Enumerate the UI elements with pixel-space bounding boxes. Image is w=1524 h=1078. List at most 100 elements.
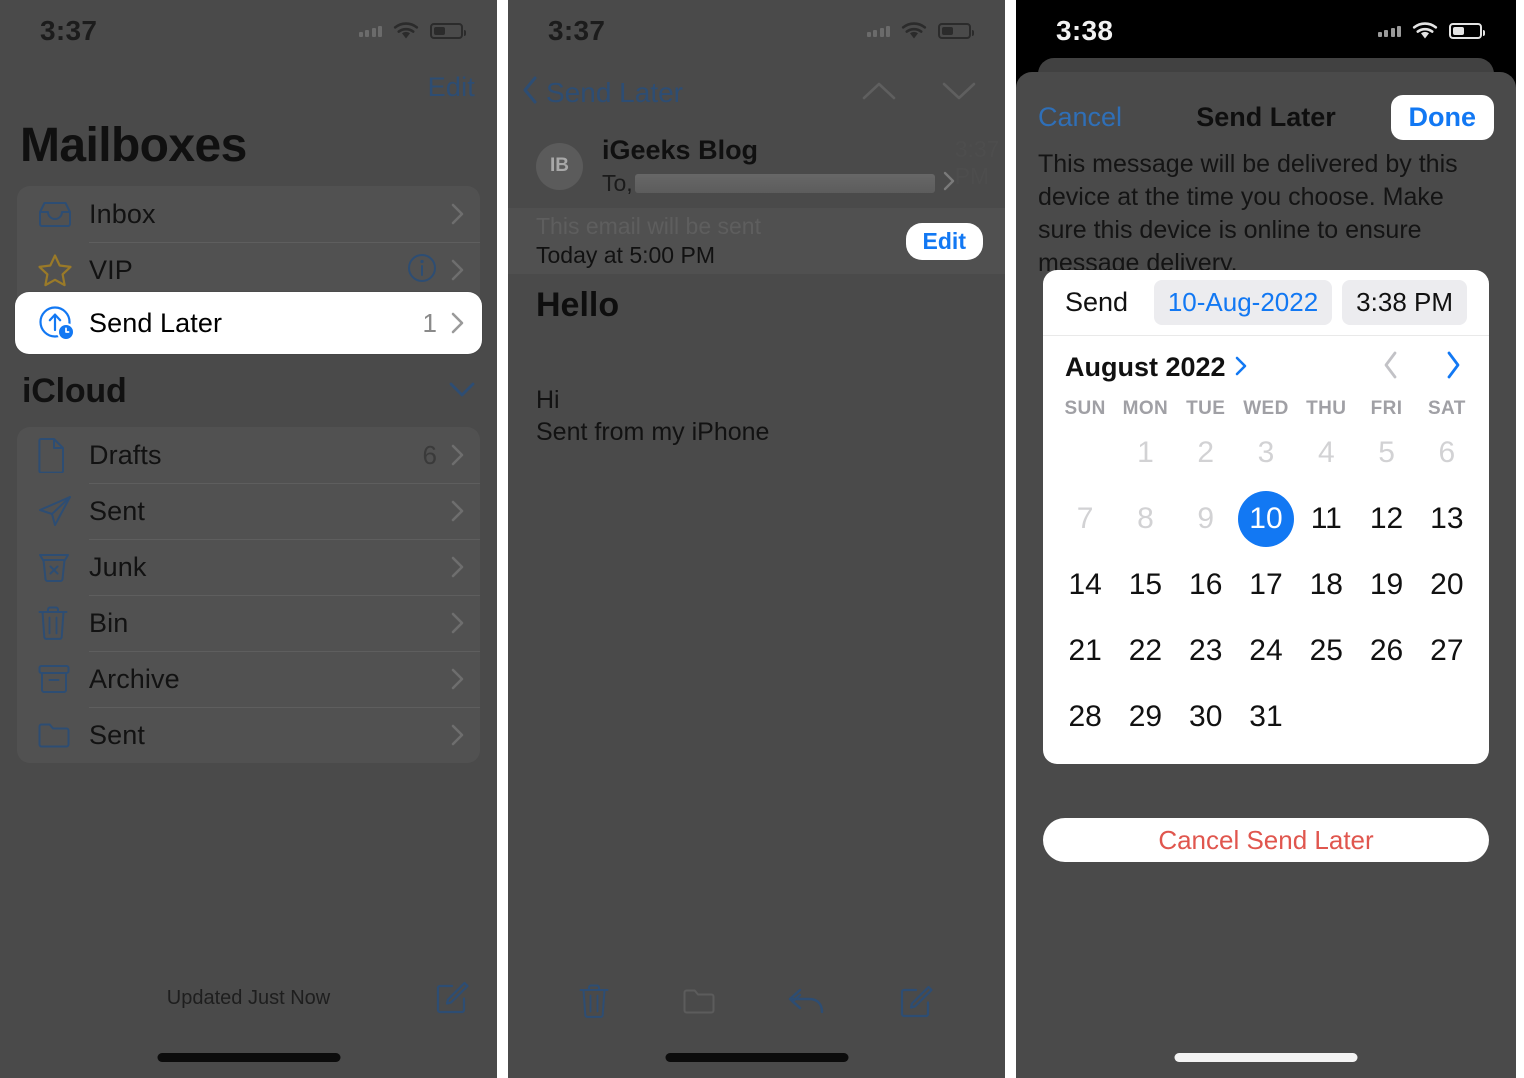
info-icon[interactable]	[407, 253, 437, 288]
chevron-down-icon[interactable]	[449, 382, 475, 402]
calendar-day-3[interactable]: 3	[1236, 420, 1296, 486]
calendar-day-empty	[1356, 684, 1416, 750]
calendar-day-25[interactable]: 25	[1296, 618, 1356, 684]
mailbox-group-icloud: Drafts 6 Sent Junk Bin Archive Sent	[17, 427, 480, 763]
inbox-icon	[37, 199, 89, 229]
calendar-grid: 1 2 3 4 5 6 7 8 9 10 11 12 13 14 15 16 17 18 19 20 21 22 23 24 2…	[1043, 420, 1489, 750]
sheet-description: This message will be delivered by this d…	[1038, 150, 1458, 277]
calendar-day-12[interactable]: 12	[1356, 486, 1416, 552]
calendar-day-24[interactable]: 24	[1236, 618, 1296, 684]
message-header[interactable]: IB iGeeks Blog To, 3:37 PM	[508, 128, 1005, 204]
calendar-day-28[interactable]: 28	[1055, 684, 1115, 750]
chevron-right-icon[interactable]	[1445, 351, 1461, 384]
calendar-day-22[interactable]: 22	[1115, 618, 1175, 684]
calendar-day-19[interactable]: 19	[1356, 552, 1416, 618]
calendar-day-7[interactable]: 7	[1055, 486, 1115, 552]
calendar-day-14[interactable]: 14	[1055, 552, 1115, 618]
junk-bin-icon	[37, 550, 89, 584]
chevron-left-icon[interactable]	[1383, 351, 1399, 384]
status-time: 3:37	[548, 15, 606, 46]
calendar-day-17[interactable]: 17	[1236, 552, 1296, 618]
sidebar-item-sent-folder[interactable]: Sent	[17, 707, 480, 763]
calendar-day-2[interactable]: 2	[1176, 420, 1236, 486]
sidebar-item-send-later[interactable]: Send Later 1	[15, 292, 482, 354]
sender-name: iGeeks Blog	[602, 135, 759, 165]
send-later-banner: This email will be sent Today at 5:00 PM…	[508, 208, 1005, 274]
back-button[interactable]: Send Later	[522, 76, 683, 111]
edit-schedule-button[interactable]: Edit	[905, 222, 983, 260]
calendar-day-1[interactable]: 1	[1115, 420, 1175, 486]
calendar-day-13[interactable]: 13	[1417, 486, 1477, 552]
message-toolbar	[508, 968, 1005, 1038]
sidebar-item-archive[interactable]: Archive	[17, 651, 480, 707]
calendar-day-20[interactable]: 20	[1417, 552, 1477, 618]
calendar-week-row: 14 15 16 17 18 19 20	[1043, 552, 1489, 618]
calendar-day-23[interactable]: 23	[1176, 618, 1236, 684]
wifi-icon	[392, 21, 420, 41]
calendar-day-29[interactable]: 29	[1115, 684, 1175, 750]
calendar-day-10[interactable]: 10	[1236, 486, 1296, 552]
chevron-right-icon	[451, 556, 464, 578]
icloud-section-header[interactable]: iCloud	[22, 372, 475, 411]
chevron-down-icon[interactable]	[941, 80, 977, 107]
calendar-day-31[interactable]: 31	[1236, 684, 1296, 750]
sidebar-item-sent[interactable]: Sent	[17, 483, 480, 539]
calendar-day-6[interactable]: 6	[1417, 420, 1477, 486]
status-indicators	[866, 21, 974, 41]
reply-icon[interactable]	[787, 985, 827, 1022]
date-field[interactable]: 10-Aug-2022	[1153, 280, 1333, 325]
cellular-signal-icon	[1377, 25, 1401, 37]
status-indicators	[1377, 21, 1485, 41]
weekday-label: TUE	[1186, 398, 1226, 419]
done-button[interactable]: Done	[1390, 94, 1494, 140]
edit-button[interactable]: Edit	[428, 72, 475, 103]
calendar-day-15[interactable]: 15	[1115, 552, 1175, 618]
calendar-day-21[interactable]: 21	[1055, 618, 1115, 684]
calendar-day-26[interactable]: 26	[1356, 618, 1416, 684]
calendar-day-30[interactable]: 30	[1176, 684, 1236, 750]
sidebar-item-junk[interactable]: Junk	[17, 539, 480, 595]
sidebar-item-bin[interactable]: Bin	[17, 595, 480, 651]
calendar-week-row: 21 22 23 24 25 26 27	[1043, 618, 1489, 684]
sidebar-item-vip[interactable]: VIP	[17, 242, 480, 298]
cellular-signal-icon	[866, 25, 890, 37]
sidebar-item-label: Send Later	[89, 307, 223, 338]
wifi-icon	[1411, 21, 1439, 41]
calendar-day-18[interactable]: 18	[1296, 552, 1356, 618]
panel-message-detail: 3:37 Send Later IB iGeeks Blog To, 3:37 …	[508, 0, 1005, 1078]
calendar-day-empty	[1296, 684, 1356, 750]
wifi-icon	[900, 21, 928, 41]
send-datetime-row: Send 10-Aug-2022 3:38 PM	[1043, 270, 1489, 336]
message-header-text: iGeeks Blog To,	[602, 135, 955, 197]
calendar-day-8[interactable]: 8	[1115, 486, 1175, 552]
chevron-right-icon[interactable]	[943, 171, 955, 196]
send-later-line2: Today at 5:00 PM	[536, 242, 715, 268]
compose-icon[interactable]	[899, 983, 935, 1024]
folder-icon	[682, 986, 716, 1021]
home-indicator	[665, 1053, 848, 1062]
calendar-day-11[interactable]: 11	[1296, 486, 1356, 552]
calendar-day-27[interactable]: 27	[1417, 618, 1477, 684]
chevron-right-icon	[451, 259, 464, 281]
calendar-day-9[interactable]: 9	[1176, 486, 1236, 552]
chevron-up-icon[interactable]	[861, 80, 897, 107]
month-selector[interactable]: August 2022	[1065, 352, 1247, 383]
sidebar-item-inbox[interactable]: Inbox	[17, 186, 480, 242]
calendar-day-16[interactable]: 16	[1176, 552, 1236, 618]
trash-icon[interactable]	[578, 983, 610, 1024]
cancel-send-later-button[interactable]: Cancel Send Later	[1043, 818, 1489, 862]
panel-send-later-sheet: 3:38 Cancel Send Later Done This message…	[1016, 0, 1516, 1078]
sidebar-item-count: 1	[422, 307, 437, 338]
calendar-day-4[interactable]: 4	[1296, 420, 1356, 486]
recipient-line: To,	[602, 170, 955, 197]
sidebar-item-drafts[interactable]: Drafts 6	[17, 427, 480, 483]
weekday-label: FRI	[1370, 398, 1403, 419]
time-field[interactable]: 3:38 PM	[1342, 280, 1467, 325]
status-time: 3:37	[40, 15, 98, 46]
calendar-day-5[interactable]: 5	[1356, 420, 1416, 486]
compose-icon[interactable]	[435, 979, 471, 1020]
archive-box-icon	[37, 663, 89, 695]
battery-icon	[938, 23, 974, 39]
three-panel-screenshot: 3:37 Edit Mailboxes Inbox VIP Send Later…	[0, 0, 1524, 1078]
redacted-recipient	[634, 174, 935, 193]
